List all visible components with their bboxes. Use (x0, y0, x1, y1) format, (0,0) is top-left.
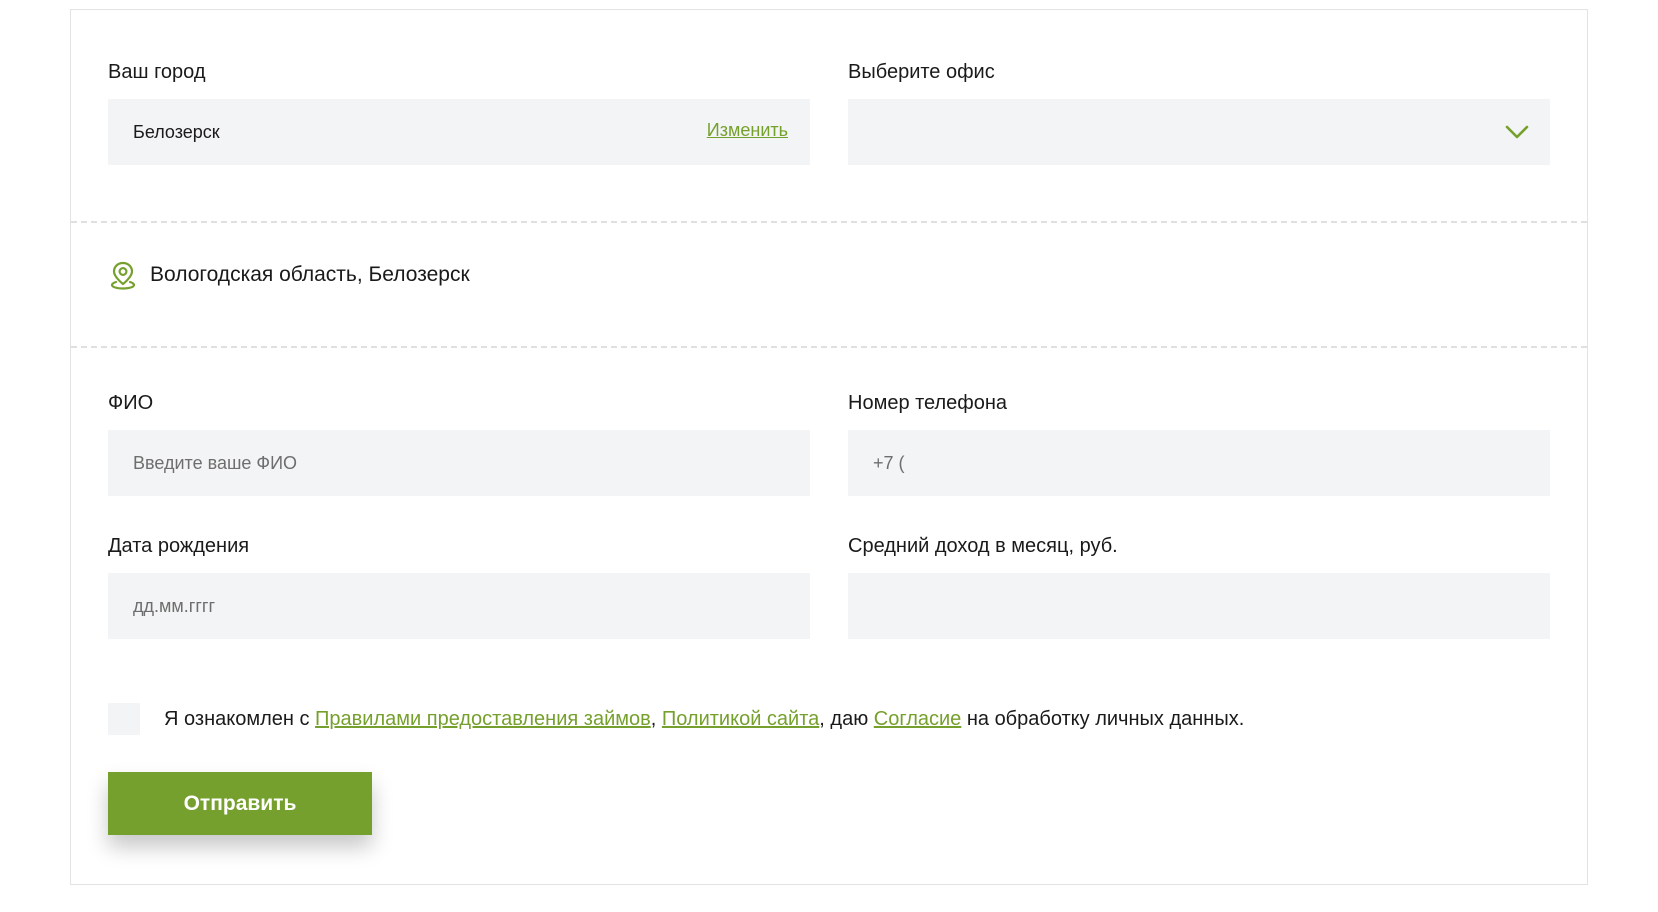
birth-field (108, 573, 810, 639)
consent-text-after: на обработку личных данных. (961, 707, 1245, 730)
birth-field-group: Дата рождения (108, 534, 810, 639)
section-divider (71, 346, 1587, 348)
phone-field (848, 430, 1550, 496)
selected-location: Вологодская область, Белозерск (108, 260, 470, 290)
office-select[interactable] (848, 99, 1550, 165)
city-field[interactable]: Белозерск Изменить (108, 99, 810, 165)
phone-field-group: Номер телефона (848, 391, 1550, 496)
phone-input[interactable] (848, 430, 1550, 496)
income-input[interactable] (848, 573, 1550, 639)
office-label: Выберите офис (848, 61, 995, 83)
consent-text: Я ознакомлен с Правилами предоставления … (164, 708, 1244, 731)
birth-label: Дата рождения (108, 535, 250, 557)
map-pin-icon (110, 261, 136, 290)
city-field-group: Ваш город Белозерск Изменить (108, 60, 810, 165)
income-field-group: Средний доход в месяц, руб. (848, 534, 1550, 639)
city-label: Ваш город (108, 61, 206, 83)
submit-button[interactable]: Отправить (108, 772, 372, 835)
consent-separator: , (650, 707, 662, 730)
financial-row: Дата рождения Средний доход в месяц, руб… (108, 534, 1550, 639)
section-divider (71, 221, 1587, 223)
office-field-group: Выберите офис (848, 60, 1550, 165)
phone-label: Номер телефона (848, 392, 1008, 414)
name-field-group: ФИО (108, 391, 810, 496)
consent-text-before: Я ознакомлен с (164, 707, 316, 730)
chevron-down-icon[interactable] (1504, 119, 1530, 145)
name-label: ФИО (108, 392, 154, 414)
city-value: Белозерск (133, 122, 220, 142)
consent-text-middle: , даю (819, 707, 874, 730)
name-field (108, 430, 810, 496)
birth-date-input[interactable] (108, 573, 810, 639)
personal-row: ФИО Номер телефона (108, 391, 1550, 496)
location-text: Вологодская область, Белозерск (150, 263, 470, 286)
loan-rules-link[interactable]: Правилами предоставления займов (315, 708, 651, 730)
location-row: Ваш город Белозерск Изменить Выберите оф… (108, 60, 1550, 165)
name-input[interactable] (108, 430, 810, 496)
consent-checkbox[interactable] (108, 703, 140, 735)
consent-row: Я ознакомлен с Правилами предоставления … (108, 703, 1244, 735)
income-field (848, 573, 1550, 639)
change-city-link[interactable]: Изменить (707, 119, 788, 141)
agreement-link[interactable]: Согласие (874, 708, 962, 730)
application-form: Ваш город Белозерск Изменить Выберите оф… (70, 9, 1588, 885)
site-policy-link[interactable]: Политикой сайта (662, 708, 819, 730)
income-label: Средний доход в месяц, руб. (848, 535, 1118, 557)
